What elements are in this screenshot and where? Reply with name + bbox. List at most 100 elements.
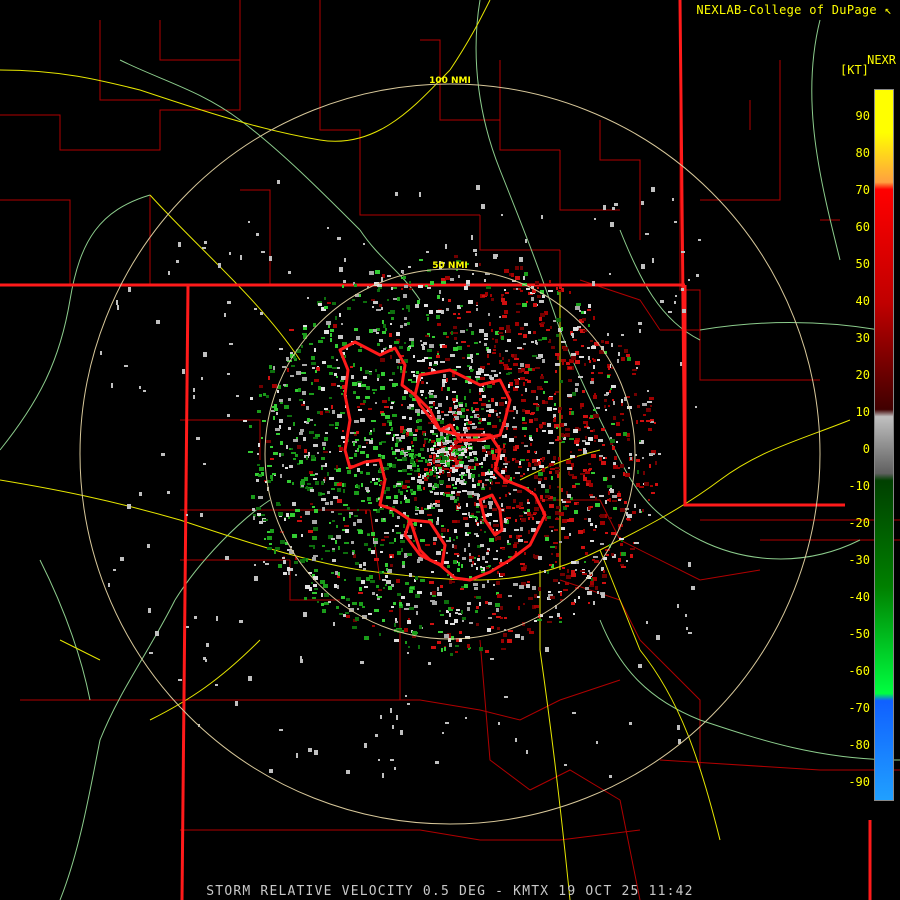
- echo-pixel: [492, 454, 496, 458]
- echo-pixel: [331, 383, 336, 386]
- echo-pixel: [327, 227, 329, 229]
- echo-pixel: [423, 444, 425, 447]
- echo-pixel: [309, 587, 312, 591]
- echo-pixel: [518, 535, 522, 537]
- echo-pixel: [486, 347, 489, 349]
- echo-pixel: [455, 461, 458, 465]
- echo-pixel: [658, 453, 661, 455]
- echo-pixel: [442, 345, 447, 348]
- echo-pixel: [423, 342, 427, 345]
- echo-pixel: [493, 558, 498, 560]
- echo-pixel: [486, 404, 491, 408]
- echo-pixel: [478, 422, 481, 424]
- echo-pixel: [501, 470, 505, 474]
- echo-pixel: [324, 408, 328, 410]
- echo-pixel: [274, 550, 276, 554]
- echo-pixel: [339, 447, 343, 451]
- echo-pixel: [346, 615, 350, 618]
- echo-pixel: [521, 567, 526, 571]
- echo-pixel: [471, 466, 474, 469]
- echo-pixel: [528, 517, 530, 520]
- echo-pixel: [441, 448, 445, 452]
- echo-pixel: [540, 458, 542, 460]
- echo-pixel: [650, 405, 652, 407]
- color-bar-tick: 0: [862, 442, 870, 456]
- echo-pixel: [407, 347, 410, 351]
- echo-pixel: [377, 378, 379, 381]
- echo-pixel: [444, 600, 449, 604]
- echo-pixel: [391, 447, 393, 450]
- echo-pixel: [599, 495, 604, 497]
- echo-pixel: [433, 462, 435, 464]
- echo-pixel: [390, 556, 392, 558]
- echo-pixel: [490, 294, 492, 297]
- echo-pixel: [520, 377, 525, 380]
- echo-pixel: [380, 358, 385, 362]
- echo-pixel: [322, 442, 326, 446]
- echo-pixel: [417, 300, 420, 304]
- echo-pixel: [472, 478, 474, 482]
- echo-pixel: [489, 538, 494, 542]
- echo-pixel: [427, 514, 432, 516]
- echo-pixel: [329, 451, 331, 453]
- warning-polygon[interactable]: [408, 518, 447, 567]
- echo-pixel: [566, 501, 571, 503]
- echo-pixel: [406, 305, 410, 309]
- echo-pixel: [447, 387, 450, 391]
- echo-pixel: [342, 285, 344, 288]
- echo-pixel: [324, 297, 326, 300]
- echo-pixel: [588, 356, 590, 360]
- echo-pixel: [440, 432, 443, 436]
- county-line: [180, 419, 261, 460]
- echo-pixel: [499, 327, 504, 330]
- echo-pixel: [554, 403, 556, 406]
- echo-pixel: [416, 459, 418, 462]
- echo-pixel: [356, 396, 360, 399]
- echo-pixel: [497, 536, 501, 540]
- echo-pixel: [547, 407, 552, 411]
- echo-pixel: [388, 397, 390, 401]
- echo-pixel: [329, 424, 334, 426]
- echo-pixel: [467, 602, 471, 605]
- echo-pixel: [306, 486, 308, 488]
- echo-pixel: [480, 428, 484, 430]
- echo-pixel: [452, 451, 454, 453]
- echo-pixel: [620, 413, 624, 415]
- echo-pixel: [430, 448, 434, 451]
- echo-pixel: [424, 473, 426, 475]
- echo-pixel: [520, 563, 525, 565]
- echo-pixel: [254, 564, 256, 566]
- echo-pixel: [565, 505, 569, 507]
- echo-pixel: [493, 520, 498, 522]
- echo-pixel: [522, 303, 527, 307]
- echo-pixel: [487, 354, 489, 358]
- echo-pixel: [429, 581, 434, 584]
- echo-pixel: [466, 280, 470, 284]
- echo-pixel: [558, 582, 560, 584]
- echo-pixel: [575, 569, 577, 571]
- echo-pixel: [309, 343, 313, 345]
- echo-pixel: [597, 359, 600, 361]
- echo-pixel: [556, 287, 558, 290]
- color-bar-tick: 10: [855, 405, 870, 419]
- echo-pixel: [437, 517, 439, 521]
- link-arrow-icon[interactable]: ↖: [884, 3, 892, 17]
- echo-pixel: [330, 501, 333, 505]
- echo-pixel: [317, 601, 319, 603]
- state-border: [678, 0, 845, 507]
- echo-pixel: [143, 390, 146, 392]
- echo-pixel: [229, 343, 233, 345]
- echo-pixel: [593, 556, 598, 558]
- echo-pixel: [202, 247, 206, 249]
- echo-pixel: [593, 601, 595, 605]
- echo-pixel: [402, 457, 407, 461]
- echo-pixel: [601, 593, 605, 598]
- echo-pixel: [291, 452, 296, 454]
- echo-pixel: [533, 331, 536, 334]
- echo-pixel: [506, 517, 511, 519]
- echo-pixel: [287, 480, 291, 483]
- echo-pixel: [550, 546, 555, 548]
- echo-pixel: [605, 409, 607, 411]
- echo-pixel: [312, 506, 315, 508]
- echo-pixel: [542, 400, 545, 404]
